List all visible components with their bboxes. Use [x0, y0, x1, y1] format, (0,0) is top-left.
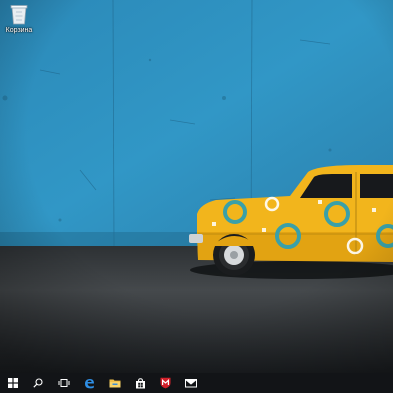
mail-button[interactable]: [179, 373, 205, 393]
recycle-bin-label: Корзина: [5, 27, 33, 34]
start-button[interactable]: [0, 373, 26, 393]
file-explorer-icon: [109, 379, 121, 388]
edge-button[interactable]: [77, 373, 103, 393]
windows-start-icon: [7, 378, 18, 388]
desktop-icon-recycle-bin[interactable]: Корзина: [3, 3, 35, 41]
taskbar-empty-area[interactable]: [204, 373, 393, 393]
mcafee-icon: [160, 377, 171, 389]
recycle-bin-icon: [10, 5, 28, 25]
edge-browser-icon: [84, 378, 94, 388]
mail-icon: [185, 379, 198, 388]
mcafee-button[interactable]: [153, 373, 179, 393]
taskbar: [0, 373, 393, 393]
task-view-button[interactable]: [51, 373, 77, 393]
task-view-icon: [58, 379, 70, 387]
store-button[interactable]: [128, 373, 154, 393]
search-button[interactable]: [26, 373, 52, 393]
search-icon: [33, 378, 43, 388]
wallpaper: [0, 0, 393, 373]
desktop[interactable]: Корзина: [0, 0, 393, 373]
store-icon: [135, 377, 145, 388]
file-explorer-button[interactable]: [102, 373, 128, 393]
